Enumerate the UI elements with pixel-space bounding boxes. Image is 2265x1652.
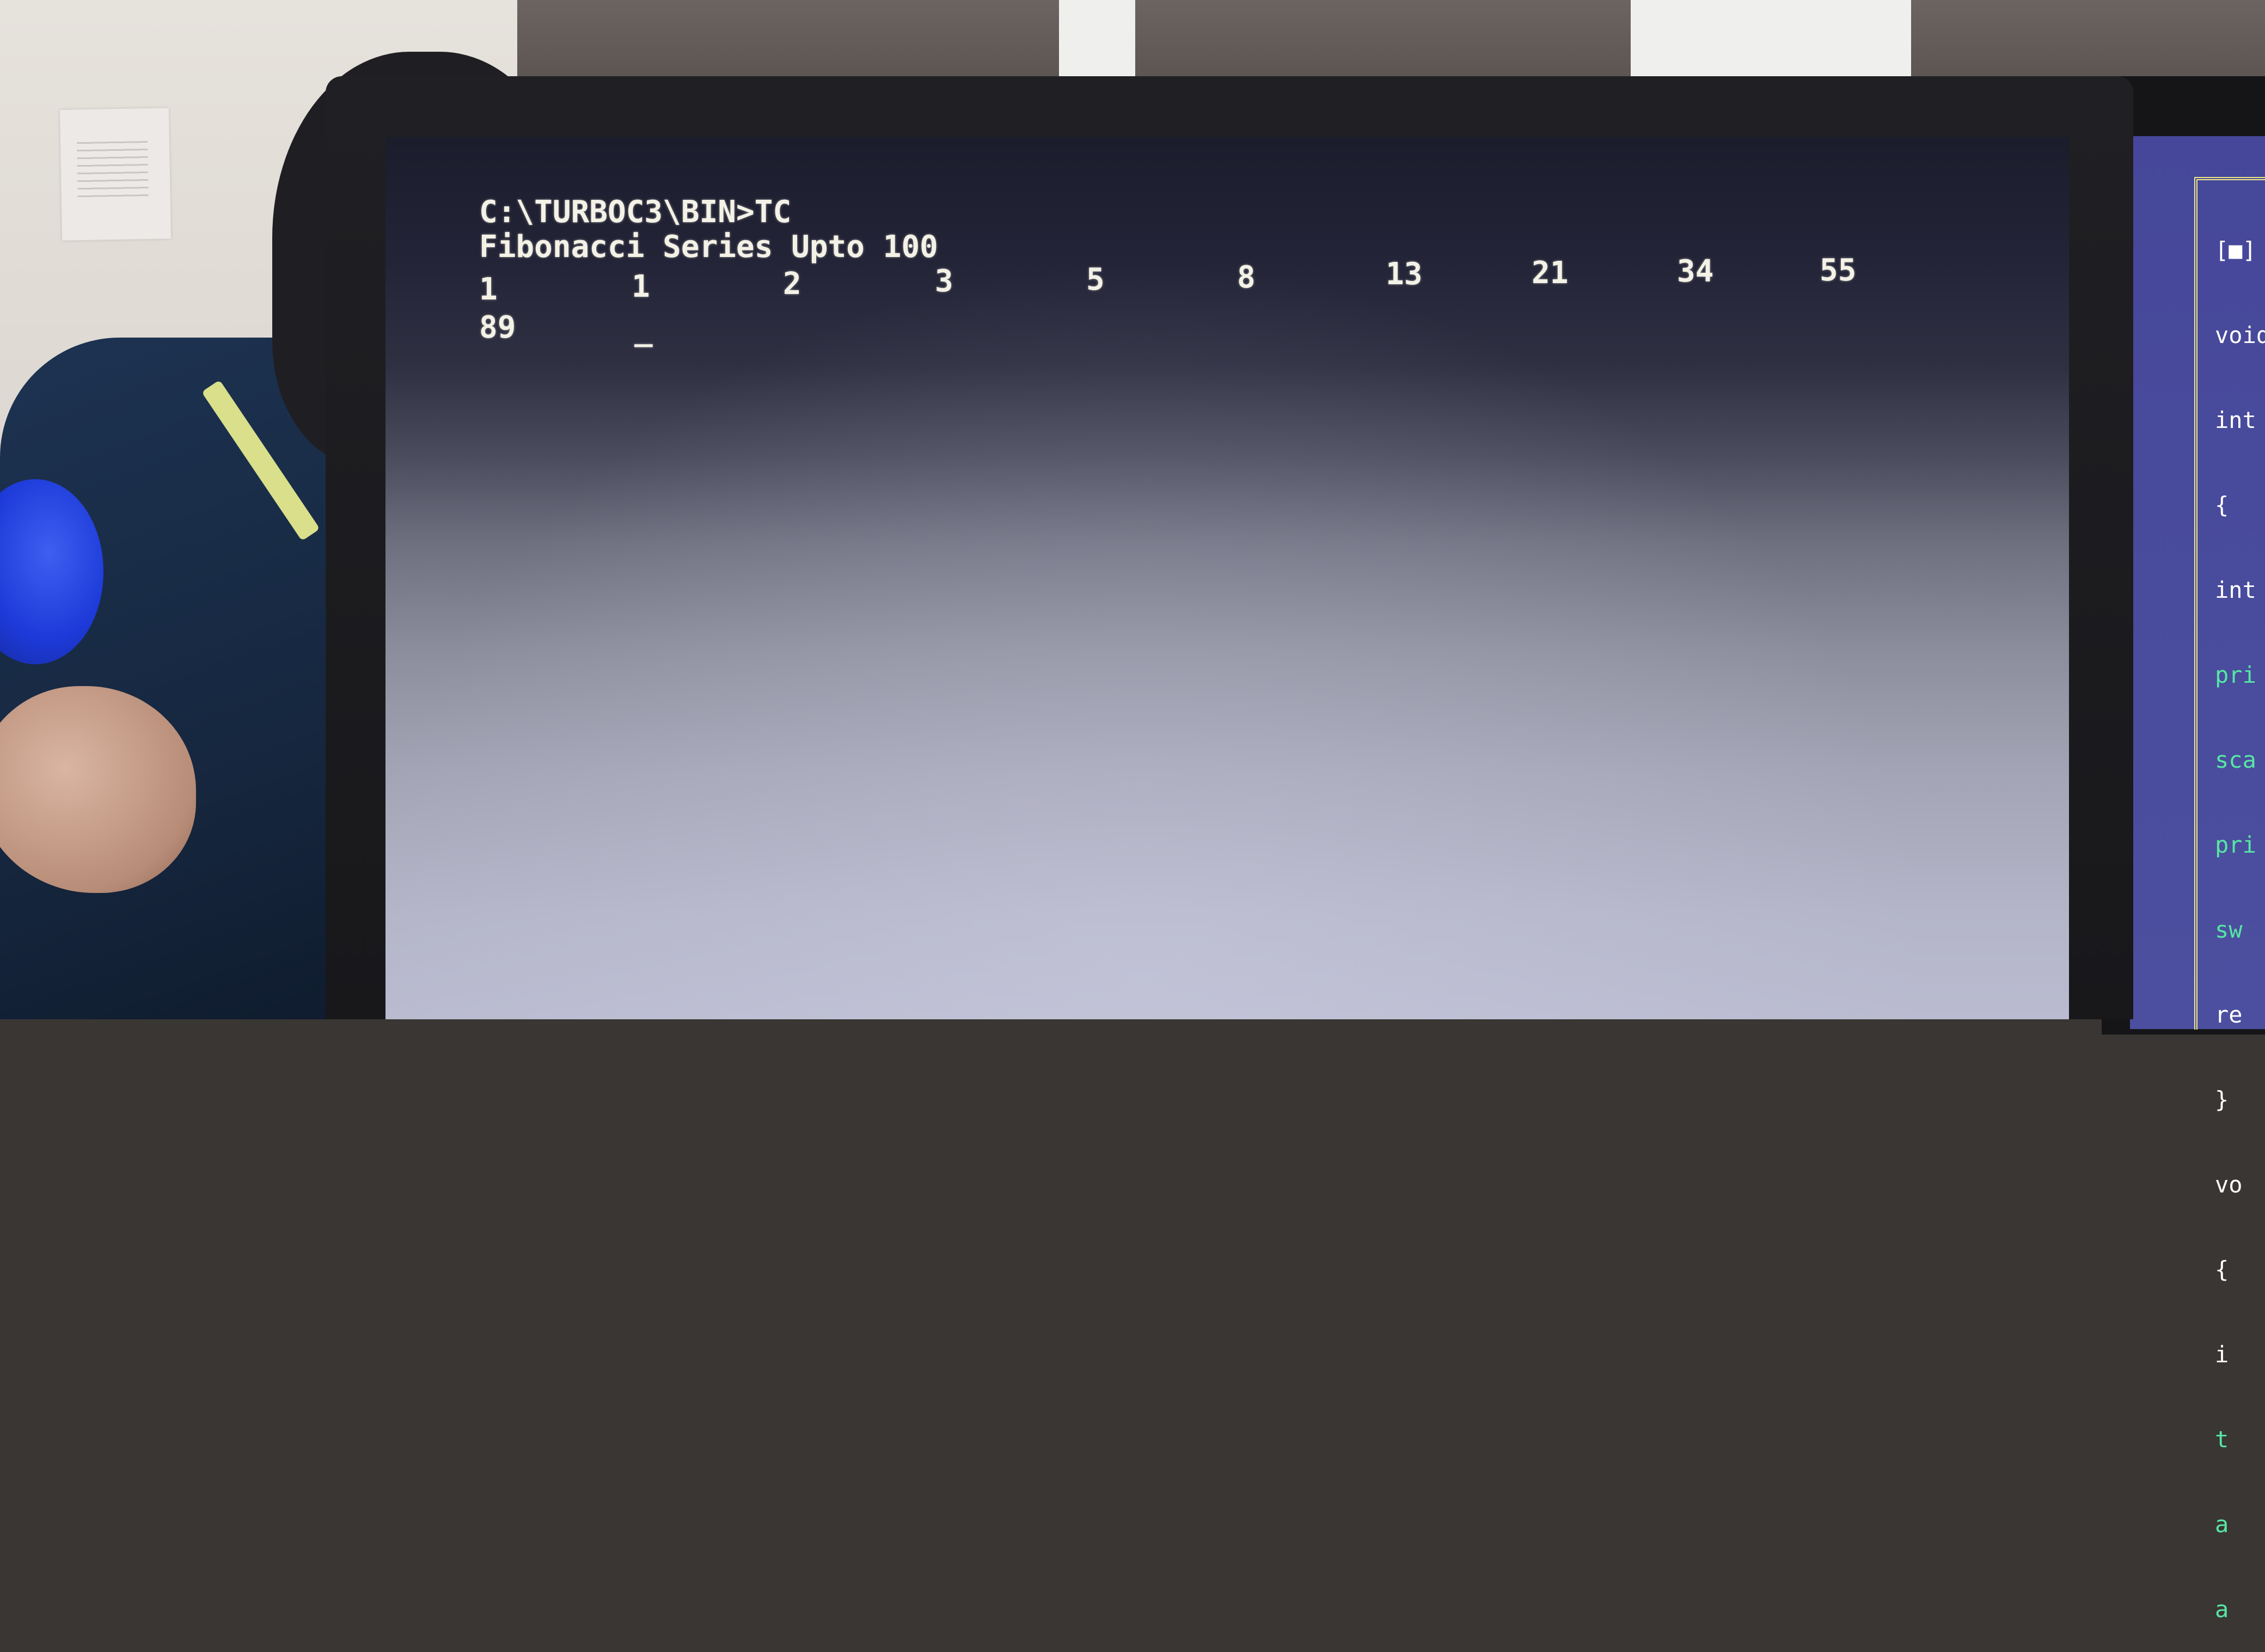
fib-number: 8 <box>1237 260 1256 295</box>
code-line: sw <box>2215 916 2243 943</box>
fib-number: 3 <box>935 264 953 299</box>
code-line: { <box>2215 492 2229 518</box>
fib-number: 2 <box>783 266 801 302</box>
fib-number: 55 <box>1820 253 1857 288</box>
command-prompt: C:\TURBOC3\BIN>TC <box>479 194 792 230</box>
code-line: a <box>2215 1511 2229 1538</box>
code-line: vo <box>2215 1171 2243 1198</box>
code-line: int <box>2215 407 2256 433</box>
ide-code: [■] void int { int pri sca pri sw re } v… <box>2215 180 2265 1652</box>
code-line: t <box>2215 1426 2229 1453</box>
code-line: } <box>2215 1086 2229 1113</box>
fib-number: 5 <box>1086 262 1105 297</box>
fib-number: 1 <box>479 272 498 307</box>
code-line: int <box>2215 577 2256 603</box>
back-wall <box>517 0 2265 87</box>
window-frame <box>1059 0 1135 76</box>
code-line: void <box>2215 322 2265 348</box>
fib-number: 1 <box>632 269 650 304</box>
code-line: sca <box>2215 747 2256 773</box>
fib-number: 13 <box>1386 256 1423 292</box>
code-line: a <box>2215 1596 2229 1623</box>
code-line: [■] <box>2215 237 2256 264</box>
paper-notice <box>59 108 172 241</box>
text-cursor: _ <box>634 312 653 347</box>
window-frame <box>1631 0 1911 76</box>
code-line: re <box>2215 1001 2243 1028</box>
code-line: i <box>2215 1341 2229 1368</box>
fib-number: 34 <box>1677 254 1714 289</box>
code-line: pri <box>2215 662 2256 688</box>
code-line: { <box>2215 1256 2229 1283</box>
code-line: pri <box>2215 831 2256 858</box>
fib-number: 21 <box>1532 255 1569 291</box>
fib-number: 89 <box>479 310 516 345</box>
output-title: Fibonacci Series Upto 100 <box>479 229 938 265</box>
